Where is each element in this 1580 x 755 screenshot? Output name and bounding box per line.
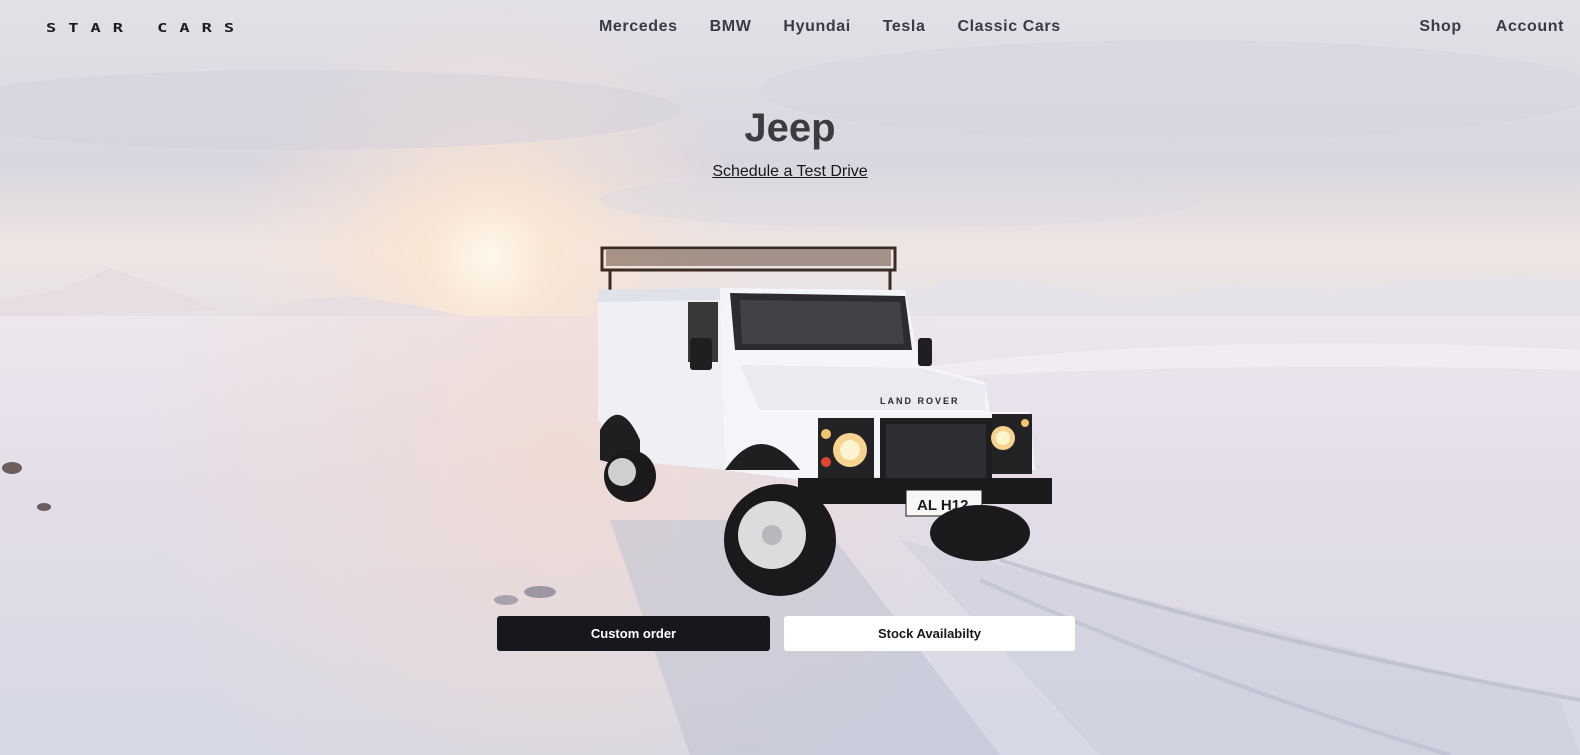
schedule-test-drive-link[interactable]: Schedule a Test Drive [712,163,867,180]
brand-logo[interactable]: STAR CARS [46,21,246,36]
nav-link-hyundai[interactable]: Hyundai [783,18,850,36]
custom-order-button[interactable]: Custom order [497,616,770,651]
nav-link-classic-cars[interactable]: Classic Cars [957,18,1060,36]
hero-section: LAND ROVER AL H12 STAR CARS Mercedes BMW… [0,0,1580,755]
main-nav: Mercedes BMW Hyundai Tesla Classic Cars [599,18,1061,36]
nav-link-account[interactable]: Account [1496,18,1564,36]
test-drive-container: Schedule a Test Drive [0,163,1580,181]
stock-availability-button[interactable]: Stock Availabilty [784,616,1075,651]
badge-text: LAND ROVER [880,396,960,406]
nav-link-tesla[interactable]: Tesla [883,18,926,36]
hero-title: Jeep [744,106,836,150]
account-nav: Shop Account [1419,18,1564,36]
nav-link-mercedes[interactable]: Mercedes [599,18,678,36]
nav-link-shop[interactable]: Shop [1419,18,1461,36]
nav-link-bmw[interactable]: BMW [710,18,752,36]
